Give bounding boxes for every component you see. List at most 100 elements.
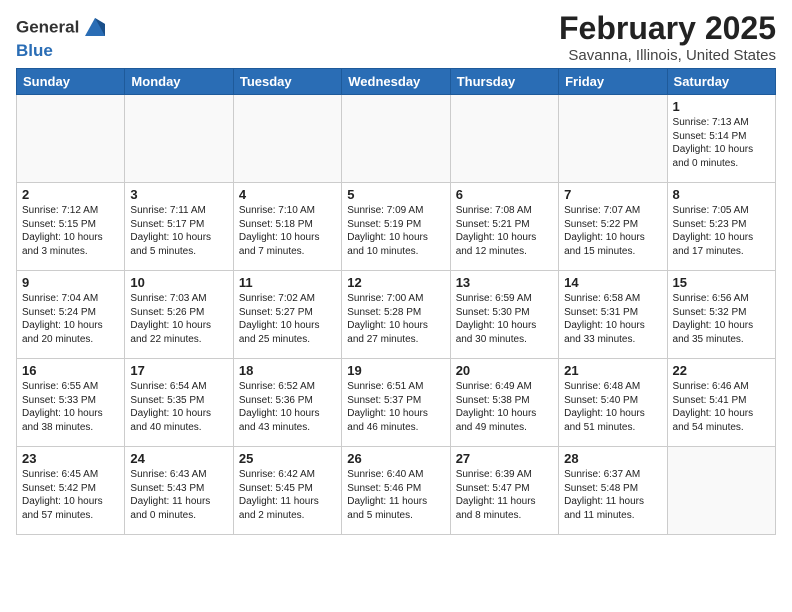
weekday-thursday: Thursday bbox=[450, 69, 558, 95]
logo-general: General bbox=[16, 17, 79, 36]
day-info: Sunrise: 7:04 AM Sunset: 5:24 PM Dayligh… bbox=[22, 292, 119, 346]
day-cell-3: 3Sunrise: 7:11 AM Sunset: 5:17 PM Daylig… bbox=[125, 183, 233, 271]
empty-cell bbox=[450, 95, 558, 183]
page-title: February 2025 bbox=[559, 10, 776, 47]
day-number: 5 bbox=[347, 187, 444, 202]
day-info: Sunrise: 6:43 AM Sunset: 5:43 PM Dayligh… bbox=[130, 468, 227, 522]
day-number: 6 bbox=[456, 187, 553, 202]
day-number: 2 bbox=[22, 187, 119, 202]
week-row-3: 16 Sunrise: 6:55 AM Sunset: 5:33 PM Dayli… bbox=[17, 359, 776, 447]
day-number: 9 bbox=[22, 275, 119, 290]
day-cell-7: 7 Sunrise: 7:07 AM Sunset: 5:22 PM Daylig… bbox=[559, 183, 667, 271]
day-cell-21: 21 Sunrise: 6:48 AM Sunset: 5:40 PM Dayli… bbox=[559, 359, 667, 447]
day-number: 17 bbox=[130, 363, 227, 378]
day-info: Sunrise: 6:48 AM Sunset: 5:40 PM Dayligh… bbox=[564, 380, 661, 434]
day-info: Sunrise: 6:56 AM Sunset: 5:32 PM Dayligh… bbox=[673, 292, 770, 346]
day-cell-18: 18 Sunrise: 6:52 AM Sunset: 5:36 PM Dayli… bbox=[233, 359, 341, 447]
weekday-header-row: SundayMondayTuesdayWednesdayThursdayFrid… bbox=[17, 69, 776, 95]
week-row-2: 9 Sunrise: 7:04 AM Sunset: 5:24 PM Daylig… bbox=[17, 271, 776, 359]
day-info: Sunrise: 6:51 AM Sunset: 5:37 PM Dayligh… bbox=[347, 380, 444, 434]
week-row-1: 2 Sunrise: 7:12 AM Sunset: 5:15 PM Daylig… bbox=[17, 183, 776, 271]
day-cell-26: 26Sunrise: 6:40 AM Sunset: 5:46 PM Dayli… bbox=[342, 447, 450, 535]
day-cell-11: 11 Sunrise: 7:02 AM Sunset: 5:27 PM Dayli… bbox=[233, 271, 341, 359]
day-info: Sunrise: 6:52 AM Sunset: 5:36 PM Dayligh… bbox=[239, 380, 336, 434]
day-info: Sunrise: 6:42 AM Sunset: 5:45 PM Dayligh… bbox=[239, 468, 336, 522]
day-number: 19 bbox=[347, 363, 444, 378]
page-subtitle: Savanna, Illinois, United States bbox=[559, 47, 776, 64]
day-info: Sunrise: 7:00 AM Sunset: 5:28 PM Dayligh… bbox=[347, 292, 444, 346]
day-info: Sunrise: 6:46 AM Sunset: 5:41 PM Dayligh… bbox=[673, 380, 770, 434]
day-info: Sunrise: 6:45 AM Sunset: 5:42 PM Dayligh… bbox=[22, 468, 119, 522]
day-info: Sunrise: 6:54 AM Sunset: 5:35 PM Dayligh… bbox=[130, 380, 227, 434]
logo-blue: Blue bbox=[16, 42, 109, 61]
day-number: 11 bbox=[239, 275, 336, 290]
day-number: 13 bbox=[456, 275, 553, 290]
empty-cell bbox=[559, 95, 667, 183]
day-number: 25 bbox=[239, 451, 336, 466]
day-number: 15 bbox=[673, 275, 770, 290]
weekday-tuesday: Tuesday bbox=[233, 69, 341, 95]
day-cell-22: 22Sunrise: 6:46 AM Sunset: 5:41 PM Dayli… bbox=[667, 359, 775, 447]
day-cell-17: 17 Sunrise: 6:54 AM Sunset: 5:35 PM Dayli… bbox=[125, 359, 233, 447]
day-cell-19: 19 Sunrise: 6:51 AM Sunset: 5:37 PM Dayli… bbox=[342, 359, 450, 447]
day-info: Sunrise: 7:07 AM Sunset: 5:22 PM Dayligh… bbox=[564, 204, 661, 258]
logo: General Blue bbox=[16, 14, 109, 61]
day-info: Sunrise: 7:03 AM Sunset: 5:26 PM Dayligh… bbox=[130, 292, 227, 346]
day-cell-10: 10 Sunrise: 7:03 AM Sunset: 5:26 PM Dayli… bbox=[125, 271, 233, 359]
day-cell-9: 9 Sunrise: 7:04 AM Sunset: 5:24 PM Daylig… bbox=[17, 271, 125, 359]
day-cell-14: 14 Sunrise: 6:58 AM Sunset: 5:31 PM Dayli… bbox=[559, 271, 667, 359]
day-number: 10 bbox=[130, 275, 227, 290]
weekday-sunday: Sunday bbox=[17, 69, 125, 95]
day-number: 28 bbox=[564, 451, 661, 466]
day-cell-15: 15 Sunrise: 6:56 AM Sunset: 5:32 PM Dayli… bbox=[667, 271, 775, 359]
day-cell-13: 13 Sunrise: 6:59 AM Sunset: 5:30 PM Dayli… bbox=[450, 271, 558, 359]
day-cell-24: 24 Sunrise: 6:43 AM Sunset: 5:43 PM Dayli… bbox=[125, 447, 233, 535]
day-cell-20: 20 Sunrise: 6:49 AM Sunset: 5:38 PM Dayli… bbox=[450, 359, 558, 447]
day-info: Sunrise: 7:13 AM Sunset: 5:14 PM Dayligh… bbox=[673, 116, 770, 170]
day-number: 24 bbox=[130, 451, 227, 466]
day-cell-4: 4 Sunrise: 7:10 AM Sunset: 5:18 PM Daylig… bbox=[233, 183, 341, 271]
day-info: Sunrise: 7:09 AM Sunset: 5:19 PM Dayligh… bbox=[347, 204, 444, 258]
page: General Blue February 2025 Savanna, Illi… bbox=[0, 0, 792, 545]
title-block: February 2025 Savanna, Illinois, United … bbox=[559, 10, 776, 64]
day-info: Sunrise: 6:49 AM Sunset: 5:38 PM Dayligh… bbox=[456, 380, 553, 434]
weekday-wednesday: Wednesday bbox=[342, 69, 450, 95]
day-info: Sunrise: 7:10 AM Sunset: 5:18 PM Dayligh… bbox=[239, 204, 336, 258]
day-info: Sunrise: 7:05 AM Sunset: 5:23 PM Dayligh… bbox=[673, 204, 770, 258]
day-info: Sunrise: 6:39 AM Sunset: 5:47 PM Dayligh… bbox=[456, 468, 553, 522]
day-number: 26 bbox=[347, 451, 444, 466]
day-info: Sunrise: 6:59 AM Sunset: 5:30 PM Dayligh… bbox=[456, 292, 553, 346]
day-cell-27: 27 Sunrise: 6:39 AM Sunset: 5:47 PM Dayli… bbox=[450, 447, 558, 535]
day-cell-25: 25 Sunrise: 6:42 AM Sunset: 5:45 PM Dayli… bbox=[233, 447, 341, 535]
day-info: Sunrise: 6:55 AM Sunset: 5:33 PM Dayligh… bbox=[22, 380, 119, 434]
day-number: 23 bbox=[22, 451, 119, 466]
empty-cell bbox=[233, 95, 341, 183]
day-number: 18 bbox=[239, 363, 336, 378]
day-number: 27 bbox=[456, 451, 553, 466]
logo-icon bbox=[81, 14, 109, 42]
weekday-monday: Monday bbox=[125, 69, 233, 95]
weekday-saturday: Saturday bbox=[667, 69, 775, 95]
weekday-friday: Friday bbox=[559, 69, 667, 95]
day-cell-6: 6 Sunrise: 7:08 AM Sunset: 5:21 PM Daylig… bbox=[450, 183, 558, 271]
day-info: Sunrise: 6:58 AM Sunset: 5:31 PM Dayligh… bbox=[564, 292, 661, 346]
day-number: 12 bbox=[347, 275, 444, 290]
day-cell-2: 2 Sunrise: 7:12 AM Sunset: 5:15 PM Daylig… bbox=[17, 183, 125, 271]
day-info: Sunrise: 6:37 AM Sunset: 5:48 PM Dayligh… bbox=[564, 468, 661, 522]
day-info: Sunrise: 7:08 AM Sunset: 5:21 PM Dayligh… bbox=[456, 204, 553, 258]
logo-text: General Blue bbox=[16, 14, 109, 61]
day-cell-5: 5 Sunrise: 7:09 AM Sunset: 5:19 PM Daylig… bbox=[342, 183, 450, 271]
day-number: 14 bbox=[564, 275, 661, 290]
day-number: 21 bbox=[564, 363, 661, 378]
empty-cell bbox=[17, 95, 125, 183]
day-number: 7 bbox=[564, 187, 661, 202]
day-number: 20 bbox=[456, 363, 553, 378]
day-number: 16 bbox=[22, 363, 119, 378]
day-number: 4 bbox=[239, 187, 336, 202]
day-cell-28: 28 Sunrise: 6:37 AM Sunset: 5:48 PM Dayli… bbox=[559, 447, 667, 535]
day-info: Sunrise: 7:02 AM Sunset: 5:27 PM Dayligh… bbox=[239, 292, 336, 346]
day-cell-1: 1Sunrise: 7:13 AM Sunset: 5:14 PM Daylig… bbox=[667, 95, 775, 183]
day-number: 8 bbox=[673, 187, 770, 202]
day-info: Sunrise: 7:12 AM Sunset: 5:15 PM Dayligh… bbox=[22, 204, 119, 258]
empty-cell bbox=[125, 95, 233, 183]
